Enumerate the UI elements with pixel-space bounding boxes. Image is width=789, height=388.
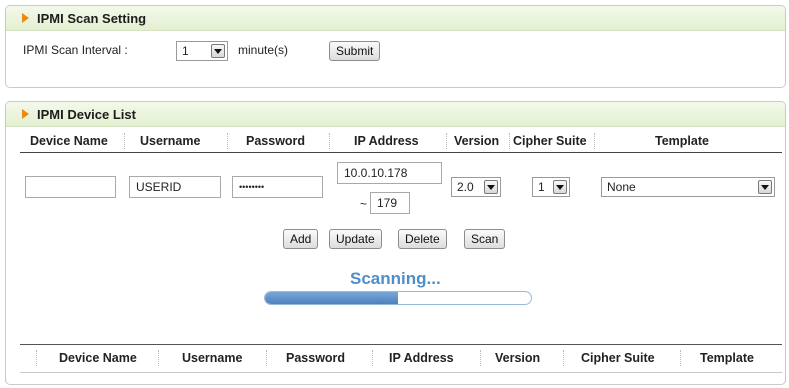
ip-range-separator: ~ [360, 197, 368, 211]
scan-setting-title: IPMI Scan Setting [37, 10, 147, 26]
username-field[interactable] [129, 176, 221, 198]
table-col-cipher-suite: Cipher Suite [581, 351, 655, 365]
triangle-bullet-icon [22, 109, 29, 119]
password-field[interactable] [232, 176, 323, 198]
template-select[interactable]: None [601, 177, 775, 197]
scan-status-text: Scanning... [350, 269, 441, 288]
col-cipher-suite: Cipher Suite [513, 134, 587, 148]
chevron-down-icon [484, 180, 498, 194]
col-device-name: Device Name [30, 134, 108, 148]
col-template: Template [655, 134, 709, 148]
version-value: 2.0 [457, 180, 474, 194]
table-col-ip-address: IP Address [389, 351, 454, 365]
column-divider [36, 350, 37, 366]
scan-interval-value: 1 [182, 44, 189, 58]
device-list-header: IPMI Device List [6, 102, 785, 127]
scan-progress-bar [264, 291, 532, 305]
scan-setting-panel: IPMI Scan Setting IPMI Scan Interval : 1… [5, 5, 786, 88]
scan-interval-label: IPMI Scan Interval : [23, 43, 128, 57]
column-divider [563, 350, 564, 366]
cipher-suite-select[interactable]: 1 [532, 177, 570, 197]
cipher-suite-value: 1 [538, 180, 545, 194]
template-value: None [607, 180, 636, 194]
column-divider [329, 133, 330, 149]
device-list-title: IPMI Device List [37, 106, 136, 122]
column-divider [680, 350, 681, 366]
col-username: Username [140, 134, 201, 148]
scan-button[interactable]: Scan [464, 229, 506, 249]
table-col-username: Username [182, 351, 243, 365]
table-col-password: Password [286, 351, 346, 365]
col-ip-address: IP Address [354, 134, 419, 148]
column-divider [124, 133, 125, 149]
ip-start-field[interactable] [337, 162, 442, 184]
column-divider [446, 133, 447, 149]
table-col-template: Template [700, 351, 754, 365]
column-divider [509, 133, 510, 149]
col-password: Password [246, 134, 306, 148]
ip-end-field[interactable] [370, 192, 410, 214]
column-divider [158, 350, 159, 366]
column-divider [227, 133, 228, 149]
table-col-version: Version [495, 351, 541, 365]
device-name-field[interactable] [25, 176, 116, 198]
header-underline [20, 152, 782, 153]
triangle-bullet-icon [22, 13, 29, 23]
column-divider [594, 133, 595, 149]
submit-button[interactable]: Submit [329, 41, 381, 61]
version-select[interactable]: 2.0 [451, 177, 501, 197]
update-button[interactable]: Update [329, 229, 382, 249]
device-list-panel: IPMI Device List Device Name Username Pa… [5, 101, 786, 385]
add-button[interactable]: Add [283, 229, 319, 249]
column-divider [372, 350, 373, 366]
scan-progress-fill [265, 292, 398, 304]
chevron-down-icon [553, 180, 567, 194]
chevron-down-icon [211, 44, 225, 58]
chevron-down-icon [758, 180, 772, 194]
results-table-bottom-border [20, 372, 782, 373]
column-divider [266, 350, 267, 366]
scan-setting-header: IPMI Scan Setting [6, 6, 785, 31]
results-table-top-border [20, 344, 782, 345]
scan-interval-select[interactable]: 1 [176, 41, 228, 61]
delete-button[interactable]: Delete [398, 229, 447, 249]
col-version: Version [454, 134, 500, 148]
column-divider [480, 350, 481, 366]
table-col-device-name: Device Name [59, 351, 137, 365]
interval-unit-label: minute(s) [238, 43, 289, 57]
